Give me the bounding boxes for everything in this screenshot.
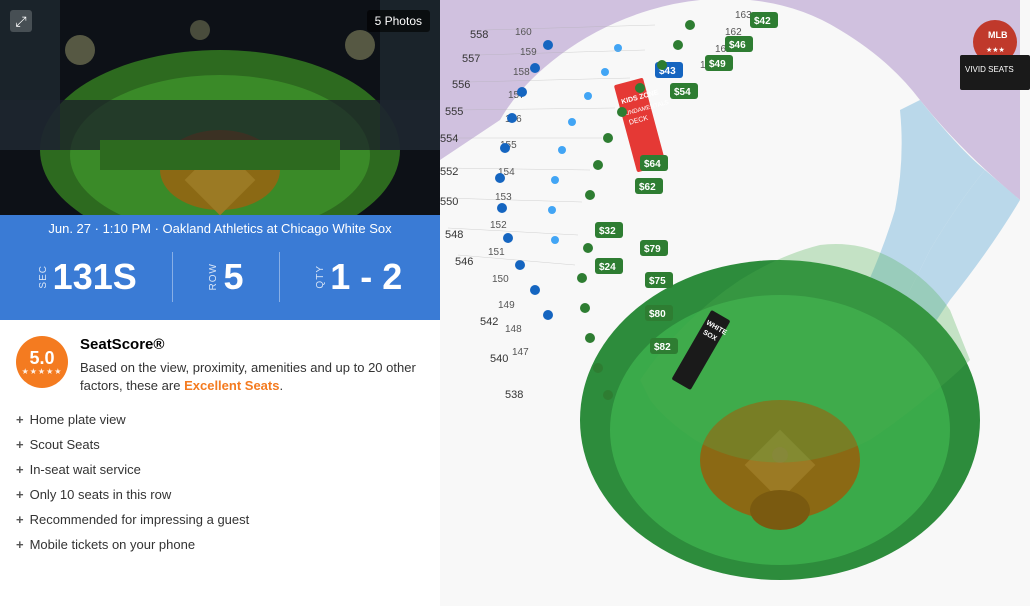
seatscore-section: 5.0 ★★★★★ SeatScore® Based on the view, … [0, 320, 440, 403]
venue-photo-background [0, 0, 440, 215]
svg-text:MLB: MLB [988, 30, 1008, 40]
feature-text: Only 10 seats in this row [30, 487, 172, 502]
seatscore-title: SeatScore® [80, 336, 424, 353]
svg-text:546: 546 [455, 256, 473, 268]
divider-1 [172, 252, 173, 302]
svg-text:$64: $64 [644, 159, 661, 170]
feature-plus-icon: + [16, 487, 24, 502]
list-item: + Only 10 seats in this row [16, 482, 424, 507]
svg-text:152: 152 [490, 220, 507, 231]
svg-text:540: 540 [490, 353, 508, 365]
feature-plus-icon: + [16, 462, 24, 477]
list-item: + Mobile tickets on your phone [16, 532, 424, 557]
score-number: 5.0 [29, 349, 54, 367]
expand-icon[interactable]: ⤢ [10, 10, 32, 32]
svg-text:VIVID SEATS: VIVID SEATS [965, 65, 1014, 74]
game-info-text: Jun. 27 · 1:10 PM · Oakland Athletics at… [48, 221, 391, 236]
svg-text:$75: $75 [649, 276, 666, 287]
svg-text:550: 550 [440, 196, 458, 208]
svg-text:$32: $32 [599, 226, 616, 237]
list-item: + In-seat wait service [16, 457, 424, 482]
row-value: 5 [223, 259, 243, 295]
stadium-map-container: 558 557 556 555 554 552 550 548 546 542 … [440, 0, 1030, 606]
feature-text: Home plate view [30, 412, 126, 427]
feature-plus-icon: + [16, 512, 24, 527]
svg-text:163: 163 [735, 10, 752, 21]
seat-details: SEC 131S ROW 5 QTY 1 - 2 [0, 242, 440, 320]
features-list: + Home plate view + Scout Seats + In-seat wai… [0, 403, 440, 573]
qty-value: 1 - 2 [330, 259, 402, 295]
qty-detail: QTY 1 - 2 [315, 259, 402, 295]
game-info-bar: Jun. 27 · 1:10 PM · Oakland Athletics at… [0, 215, 440, 242]
list-item: + Home plate view [16, 407, 424, 432]
svg-text:$49: $49 [709, 59, 726, 70]
svg-text:159: 159 [520, 47, 537, 58]
feature-text: Recommended for impressing a guest [30, 512, 250, 527]
feature-plus-icon: + [16, 412, 24, 427]
svg-text:$24: $24 [599, 262, 616, 273]
svg-text:$82: $82 [654, 342, 671, 353]
svg-text:552: 552 [440, 166, 458, 178]
qty-label: QTY [315, 265, 326, 289]
row-detail: ROW 5 [208, 259, 243, 295]
svg-text:555: 555 [445, 106, 463, 118]
photos-badge[interactable]: 5 Photos [367, 10, 430, 32]
list-item: + Scout Seats [16, 432, 424, 457]
svg-text:$46: $46 [729, 40, 746, 51]
feature-text: In-seat wait service [30, 462, 141, 477]
svg-text:153: 153 [495, 192, 512, 203]
svg-text:148: 148 [505, 324, 522, 335]
feature-plus-icon: + [16, 437, 24, 452]
seatscore-description: Based on the view, proximity, amenities … [80, 359, 424, 395]
rating-suffix: . [279, 378, 283, 393]
svg-text:147: 147 [512, 347, 529, 358]
feature-plus-icon: + [16, 537, 24, 552]
feature-text: Scout Seats [30, 437, 100, 452]
list-item: + Recommended for impressing a guest [16, 507, 424, 532]
svg-text:$42: $42 [754, 16, 771, 27]
row-label: ROW [208, 263, 219, 290]
svg-text:158: 158 [513, 67, 530, 78]
venue-photo: ⤢ 5 Photos [0, 0, 440, 215]
svg-text:★★★: ★★★ [986, 46, 1005, 54]
svg-text:558: 558 [470, 29, 488, 41]
svg-text:151: 151 [488, 247, 505, 258]
svg-text:149: 149 [498, 300, 515, 311]
svg-text:$79: $79 [644, 244, 661, 255]
svg-text:556: 556 [452, 79, 470, 91]
stadium-map-svg: 558 557 556 555 554 552 550 548 546 542 … [440, 0, 1030, 606]
svg-text:557: 557 [462, 53, 480, 65]
svg-text:$62: $62 [639, 182, 656, 193]
svg-text:542: 542 [480, 316, 498, 328]
score-badge: 5.0 ★★★★★ [16, 336, 68, 388]
section-label: SEC [38, 265, 49, 289]
right-panel: 558 557 556 555 554 552 550 548 546 542 … [440, 0, 1030, 606]
left-panel: ⤢ 5 Photos Jun. 27 · 1:10 PM · Oakland A… [0, 0, 440, 606]
divider-2 [279, 252, 280, 302]
svg-text:150: 150 [492, 274, 509, 285]
feature-text: Mobile tickets on your phone [30, 537, 195, 552]
svg-text:538: 538 [505, 389, 523, 401]
score-stars: ★★★★★ [22, 367, 63, 376]
section-detail: SEC 131S [38, 259, 137, 295]
score-content: SeatScore® Based on the view, proximity,… [80, 336, 424, 395]
section-value: 131S [53, 259, 137, 295]
svg-text:$54: $54 [674, 87, 691, 98]
svg-text:$80: $80 [649, 309, 666, 320]
svg-text:548: 548 [445, 229, 463, 241]
excellent-seats-badge: Excellent Seats [184, 378, 279, 393]
svg-text:554: 554 [440, 133, 458, 145]
